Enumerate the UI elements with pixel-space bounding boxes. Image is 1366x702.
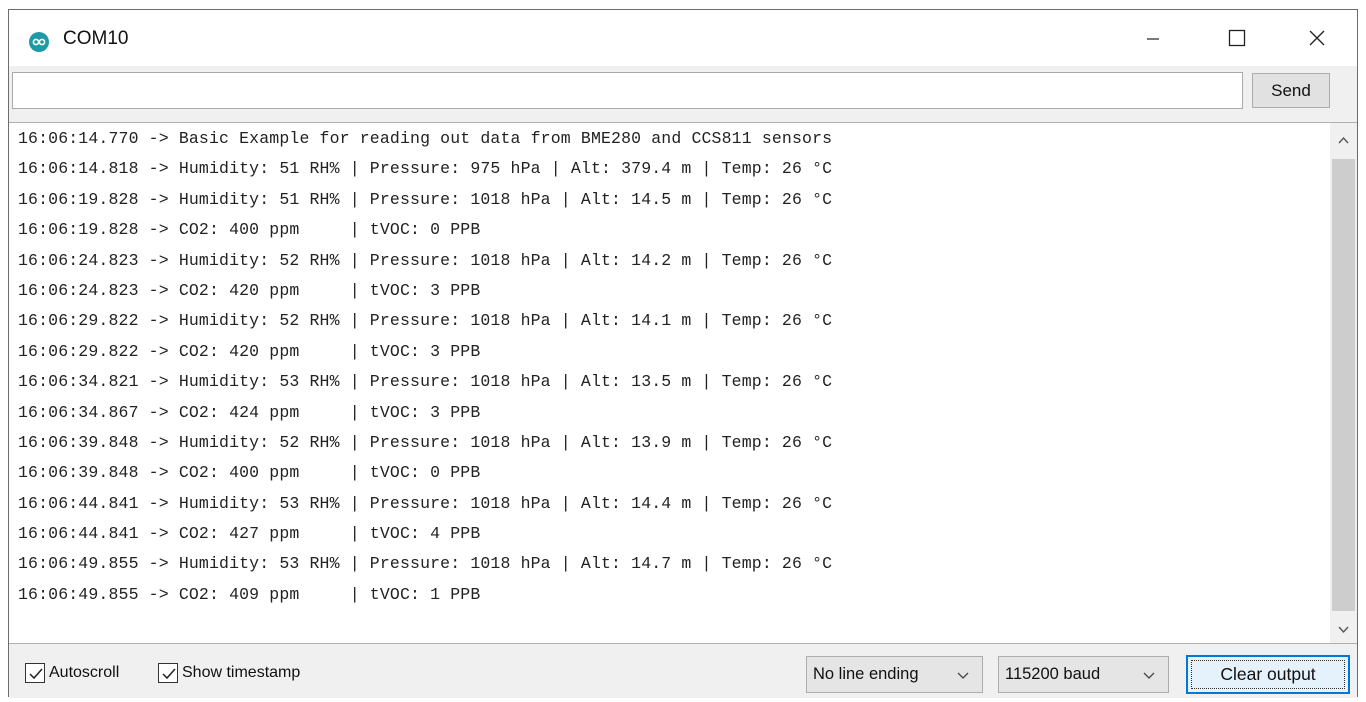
clear-output-button[interactable]: Clear output	[1186, 655, 1350, 694]
send-toolbar: Send	[9, 66, 1357, 120]
baud-rate-value: 115200 baud	[1005, 665, 1101, 683]
log-line: 16:06:49.855 -> Humidity: 53 RH% | Press…	[18, 554, 833, 574]
output-log: 16:06:14.770 -> Basic Example for readin…	[18, 124, 1318, 610]
maximize-button[interactable]	[1212, 18, 1260, 58]
serial-monitor-window: COM10 Send 16:06:14.770 -> Basic Example…	[8, 9, 1358, 698]
minimize-button[interactable]	[1129, 18, 1177, 58]
scroll-up-button[interactable]	[1330, 129, 1357, 151]
checkmark-icon	[162, 668, 176, 680]
chevron-down-icon	[1338, 626, 1349, 634]
close-button[interactable]	[1293, 18, 1341, 58]
log-line: 16:06:34.821 -> Humidity: 53 RH% | Press…	[18, 372, 833, 392]
send-button[interactable]: Send	[1252, 73, 1330, 108]
chevron-down-icon	[1143, 672, 1155, 679]
close-icon	[1309, 30, 1325, 46]
line-ending-select[interactable]: No line ending	[806, 656, 983, 693]
serial-output[interactable]: 16:06:14.770 -> Basic Example for readin…	[9, 122, 1357, 644]
autoscroll-check-box[interactable]	[25, 663, 45, 683]
line-ending-value: No line ending	[813, 665, 919, 683]
scroll-down-button[interactable]	[1330, 619, 1357, 641]
log-line: 16:06:24.823 -> Humidity: 52 RH% | Press…	[18, 250, 833, 270]
arduino-icon	[29, 32, 49, 52]
log-line: 16:06:19.828 -> Humidity: 51 RH% | Press…	[18, 189, 833, 209]
log-line: 16:06:39.848 -> CO2: 400 ppm | tVOC: 0 P…	[18, 463, 481, 483]
show-timestamp-check-box[interactable]	[158, 663, 178, 683]
chevron-down-icon	[957, 672, 969, 679]
send-input[interactable]	[12, 72, 1243, 109]
log-line: 16:06:24.823 -> CO2: 420 ppm | tVOC: 3 P…	[18, 280, 481, 300]
log-line: 16:06:39.848 -> Humidity: 52 RH% | Press…	[18, 432, 833, 452]
log-line: 16:06:29.822 -> CO2: 420 ppm | tVOC: 3 P…	[18, 341, 481, 361]
show-timestamp-label: Show timestamp	[182, 664, 301, 681]
log-line: 16:06:14.770 -> Basic Example for readin…	[18, 129, 833, 148]
window-title: COM10	[63, 28, 129, 49]
log-line: 16:06:14.818 -> Humidity: 51 RH% | Press…	[18, 159, 833, 179]
show-timestamp-checkbox[interactable]: Show timestamp	[158, 663, 300, 683]
status-bar: Autoscroll Show timestamp No line ending…	[9, 644, 1357, 698]
log-line: 16:06:44.841 -> Humidity: 53 RH% | Press…	[18, 493, 833, 513]
chevron-up-icon	[1338, 136, 1349, 144]
maximize-icon	[1228, 29, 1246, 47]
baud-rate-select[interactable]: 115200 baud	[998, 656, 1169, 693]
checkmark-icon	[29, 668, 43, 680]
title-bar[interactable]: COM10	[9, 10, 1357, 66]
log-line: 16:06:29.822 -> Humidity: 52 RH% | Press…	[18, 311, 833, 331]
log-line: 16:06:44.841 -> CO2: 427 ppm | tVOC: 4 P…	[18, 524, 481, 544]
vertical-scrollbar[interactable]	[1330, 123, 1357, 643]
log-line: 16:06:49.855 -> CO2: 409 ppm | tVOC: 1 P…	[18, 584, 481, 604]
scrollbar-thumb[interactable]	[1332, 159, 1355, 611]
autoscroll-label: Autoscroll	[49, 664, 120, 681]
log-line: 16:06:34.867 -> CO2: 424 ppm | tVOC: 3 P…	[18, 402, 481, 422]
minimize-icon	[1147, 38, 1159, 40]
log-line: 16:06:19.828 -> CO2: 400 ppm | tVOC: 0 P…	[18, 220, 481, 240]
autoscroll-checkbox[interactable]: Autoscroll	[25, 663, 119, 683]
